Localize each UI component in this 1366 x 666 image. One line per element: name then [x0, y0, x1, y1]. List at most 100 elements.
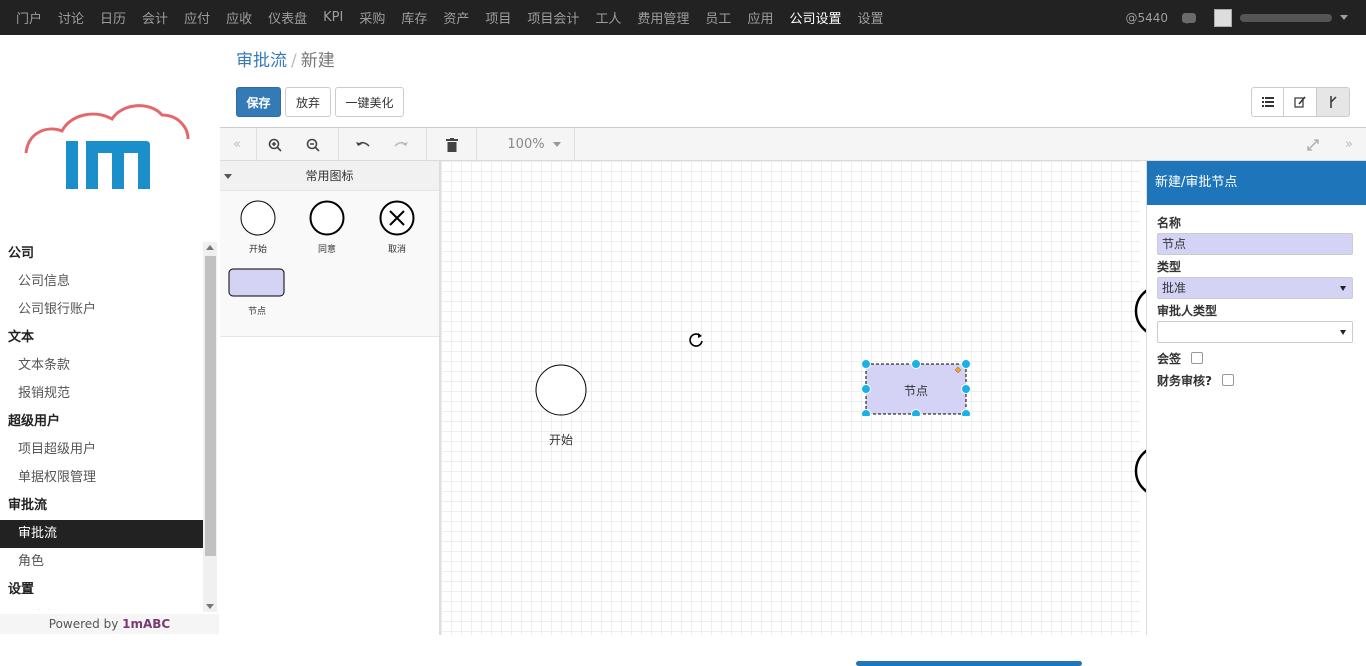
topnav-item[interactable]: 设置 — [857, 8, 883, 27]
circle-icon — [240, 200, 276, 236]
save-button[interactable]: 保存 — [236, 87, 281, 117]
avatar[interactable] — [1214, 8, 1232, 27]
top-menu: 门户 讨论 日历 会计 应付 应收 仪表盘 KPI 采购 库存 资产 项目 项目会计 工人 费用管理 员工 应用… — [16, 0, 899, 35]
zoom-select[interactable]: 100% — [504, 128, 564, 161]
topnav-item[interactable]: 资产 — [443, 8, 469, 27]
sidebar-item[interactable]: 审批流 — [0, 520, 203, 548]
topnav-item[interactable]: 采购 — [359, 8, 385, 27]
sidebar-item[interactable]: 角色 — [0, 548, 219, 576]
view-switcher — [1251, 87, 1351, 117]
palette-item-node[interactable]: 节点 — [228, 267, 286, 317]
topnav-item[interactable]: 仪表盘 — [268, 8, 307, 27]
sidebar-item[interactable]: 文本条款 — [0, 352, 219, 380]
topnav-item[interactable]: 项目 — [485, 8, 511, 27]
powered-by-text: Powered by — [48, 617, 123, 631]
zoom-dropdown-icon — [552, 142, 561, 147]
breadcrumb-parent[interactable]: 审批流 — [236, 51, 287, 71]
topnav-item[interactable]: 项目会计 — [527, 8, 579, 27]
topnav-item[interactable]: 公司设置 — [789, 8, 841, 27]
user-name-blurred[interactable] — [1240, 13, 1332, 22]
scroll-down-icon[interactable] — [206, 604, 214, 609]
sidebar-menu: 公司 公司信息 公司银行账户 文本 文本条款 报销规范 超级用户 项目超级用户 单据权限管理 审批… — [0, 240, 219, 610]
chat-icon[interactable] — [1182, 12, 1196, 24]
collapse-left-icon[interactable]: « — [228, 128, 246, 161]
sidebar-item[interactable]: 项目超级用户 — [0, 436, 219, 464]
sidebar-scrollbar[interactable] — [203, 242, 217, 612]
mention-count[interactable]: @5440 — [1125, 11, 1168, 25]
powered-by: Powered by 1mABC — [0, 614, 219, 634]
topnav-item[interactable]: 讨论 — [58, 8, 84, 27]
redo-icon[interactable] — [390, 128, 412, 161]
sidebar-item[interactable]: 公司信息 — [0, 268, 219, 296]
countersign-row: 会签 — [1157, 347, 1354, 369]
scroll-up-icon[interactable] — [206, 245, 214, 250]
countersign-checkbox[interactable] — [1191, 352, 1204, 364]
topnav-item[interactable]: 员工 — [705, 8, 731, 27]
sidebar-item[interactable]: 单据权限管理 — [0, 464, 219, 492]
palette-item-start[interactable]: 开始 — [239, 199, 277, 255]
cross-circle-icon — [379, 200, 415, 236]
finance-review-checkbox[interactable] — [1221, 374, 1234, 386]
scrollbar-thumb[interactable] — [205, 256, 216, 556]
topnav-item[interactable]: 应用 — [747, 8, 773, 27]
select-arrow-icon — [1340, 286, 1346, 291]
undo-icon[interactable] — [352, 128, 374, 161]
palette-header[interactable]: 常用图标 — [220, 161, 439, 191]
palette-item-cancel[interactable]: 取消 — [378, 199, 416, 255]
diagram-canvas[interactable]: 开始 节点 同意 取消 — [440, 161, 1364, 666]
collapse-right-icon[interactable]: » — [1340, 128, 1358, 161]
powered-by-brand[interactable]: 1mABC — [122, 617, 170, 631]
form-view-button[interactable] — [1284, 87, 1317, 117]
zoom-out-icon[interactable] — [302, 128, 324, 161]
sidebar-item[interactable]: 公司银行账户 — [0, 296, 219, 324]
sidebar-item[interactable]: 报销规范 — [0, 380, 219, 408]
topnav-item[interactable]: 应付 — [184, 8, 210, 27]
zoom-in-icon[interactable] — [264, 128, 286, 161]
sidebar-group-title: 公司 — [8, 246, 35, 261]
sidebar-group-title: 文本 — [8, 330, 35, 345]
diagram-toolbar: « 100% » — [220, 128, 1366, 161]
topnav-item[interactable]: 库存 — [401, 8, 427, 27]
properties-panel: 新建/审批节点 名称 节点 类型 批准 审批人类型 会签 财务审核? — [1146, 161, 1366, 635]
user-dropdown-caret-icon[interactable] — [1340, 15, 1348, 20]
user-area: @5440 — [1125, 0, 1348, 35]
sidebar: 公司 公司信息 公司银行账户 文本 文本条款 报销规范 超级用户 项目超级用户 单据权限管理 审批… — [0, 35, 219, 634]
beautify-button[interactable]: 一键美化 — [335, 87, 404, 117]
approver-type-select[interactable] — [1157, 321, 1353, 343]
name-field[interactable]: 节点 — [1157, 233, 1353, 255]
canvas-horizontal-scrollbar[interactable] — [856, 661, 1082, 666]
logo — [24, 104, 190, 189]
sidebar-item[interactable]: 环境备份 — [0, 604, 219, 610]
collapse-triangle-icon — [224, 174, 232, 179]
type-label: 类型 — [1157, 260, 1182, 274]
properties-title: 新建/审批节点 — [1147, 161, 1366, 205]
list-icon — [1261, 97, 1274, 107]
palette-item-label: 同意 — [317, 245, 336, 255]
sidebar-group-title: 审批流 — [8, 498, 48, 513]
delete-icon[interactable] — [442, 128, 462, 161]
diagram-editor: « 100% » 常用图标 开始 同意 取消 节点 开始 节点 新建/审批节点 … — [220, 127, 1366, 666]
topnav-item[interactable]: 应收 — [226, 8, 252, 27]
topnav-item[interactable]: 日历 — [100, 8, 126, 27]
breadcrumb-current: 新建 — [300, 51, 335, 71]
topnav-item[interactable]: 门户 — [16, 8, 42, 27]
start-node[interactable] — [534, 363, 588, 417]
type-select-value: 批准 — [1162, 281, 1187, 295]
list-view-button[interactable] — [1251, 87, 1284, 117]
breadcrumb-separator: / — [291, 51, 297, 71]
type-select[interactable]: 批准 — [1157, 277, 1353, 299]
finance-review-label: 财务审核? — [1157, 373, 1212, 388]
topnav-item[interactable]: KPI — [323, 10, 343, 25]
zoom-level: 100% — [507, 137, 545, 152]
select-arrow-icon — [1340, 330, 1346, 335]
topnav-item[interactable]: 会计 — [142, 8, 168, 27]
diagram-view-button[interactable] — [1317, 87, 1350, 117]
discard-button[interactable]: 放弃 — [285, 87, 331, 117]
rotate-handle-icon[interactable] — [687, 331, 705, 349]
shape-palette: 常用图标 开始 同意 取消 节点 — [220, 161, 440, 635]
fullscreen-icon[interactable] — [1304, 128, 1322, 161]
topnav-item[interactable]: 工人 — [595, 8, 621, 27]
topnav-item[interactable]: 费用管理 — [637, 8, 689, 27]
palette-items: 开始 同意 取消 节点 — [220, 191, 439, 337]
palette-item-agree[interactable]: 同意 — [308, 199, 346, 255]
